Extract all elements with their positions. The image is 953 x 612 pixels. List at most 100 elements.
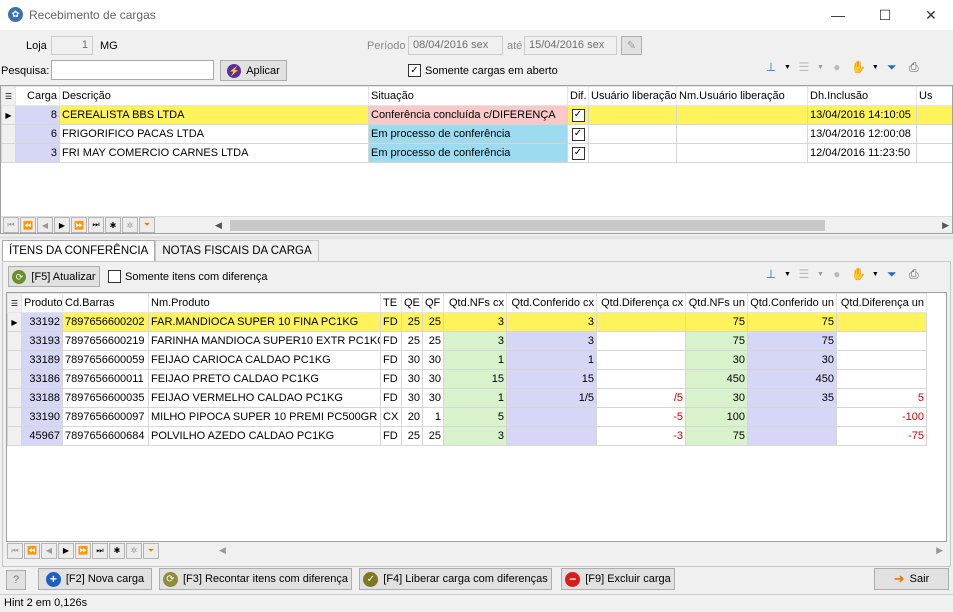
produto-cell[interactable]: 33186 xyxy=(21,369,63,389)
table-row[interactable]: ▶ 33192 7897656600202 FAR.MANDIOCA SUPER 10… xyxy=(7,312,927,332)
nfs-cx-cell[interactable]: 3 xyxy=(443,312,507,332)
nfs-un-cell[interactable]: 75 xyxy=(685,312,748,332)
qe-cell[interactable]: 25 xyxy=(401,331,423,351)
carga-cell[interactable]: 3 xyxy=(15,143,60,163)
qf-cell[interactable]: 25 xyxy=(422,312,444,332)
col-header[interactable]: Qtd.Conferido cx xyxy=(506,293,597,313)
table-row[interactable]: 33186 7897656600011 FEIJAO PRETO CALDAO PC… xyxy=(7,369,927,389)
circle-icon[interactable]: ● xyxy=(828,58,846,76)
next-page-icon[interactable]: ⏩ xyxy=(71,217,87,233)
descricao-cell[interactable]: FRIGORIFICO PACAS LTDA xyxy=(59,124,369,144)
col-header[interactable]: Qtd.Diferença un xyxy=(836,293,927,313)
nfs-un-cell[interactable]: 30 xyxy=(685,350,748,370)
conferido-cx-cell[interactable]: 1/5 xyxy=(506,388,597,408)
barras-cell[interactable]: 7897656600202 xyxy=(62,312,149,332)
somente-diferenca-option[interactable]: Somente itens com diferença xyxy=(108,270,267,283)
horizontal-scrollbar-thumb[interactable] xyxy=(229,219,825,231)
conferido-cx-cell[interactable]: 3 xyxy=(506,331,597,351)
prior-page-icon[interactable]: ⏪ xyxy=(24,542,40,559)
table-row[interactable]: ▶ 8 CEREALISTA BBS LTDA Conferência conc… xyxy=(1,105,952,125)
nfs-cx-cell[interactable]: 3 xyxy=(443,426,507,446)
dropdown-arrow-icon[interactable]: ▼ xyxy=(784,271,791,278)
diferenca-un-cell[interactable]: -75 xyxy=(836,426,927,446)
qf-cell[interactable]: 30 xyxy=(422,388,444,408)
nm-usuario-cell[interactable] xyxy=(676,105,808,125)
diferenca-cx-cell[interactable] xyxy=(596,312,686,332)
dif-checkbox[interactable]: ✓ xyxy=(571,108,585,122)
dropdown-arrow-icon[interactable]: ▼ xyxy=(817,64,824,71)
last-record-icon[interactable]: ⏭ xyxy=(92,542,108,559)
col-header[interactable]: TE xyxy=(380,293,402,313)
filter-icon[interactable]: ⏷ xyxy=(139,217,155,233)
dif-checkbox[interactable]: ✓ xyxy=(571,127,585,141)
insert-record-icon[interactable]: ✱ xyxy=(109,542,125,559)
carga-cell[interactable]: 6 xyxy=(15,124,60,144)
nfs-un-cell[interactable]: 75 xyxy=(685,426,748,446)
col-header[interactable]: Dif. xyxy=(567,86,589,106)
col-header[interactable]: Descrição xyxy=(59,86,369,106)
situacao-cell[interactable]: Em processo de conferência xyxy=(368,143,568,163)
aplicar-button[interactable]: ⚡ Aplicar xyxy=(220,60,287,81)
conferido-cx-cell[interactable]: 15 xyxy=(506,369,597,389)
us-cell[interactable] xyxy=(916,143,952,163)
circle-icon[interactable]: ● xyxy=(828,265,846,283)
col-header[interactable]: Produto xyxy=(21,293,63,313)
filter-icon[interactable]: ⏷ xyxy=(883,265,901,283)
dif-cell[interactable]: ✓ xyxy=(567,143,589,163)
qe-cell[interactable]: 25 xyxy=(401,312,423,332)
prior-record-icon[interactable]: ◀ xyxy=(41,542,57,559)
table-row[interactable]: 6 FRIGORIFICO PACAS LTDA Em processo de … xyxy=(1,124,952,144)
somente-diferenca-checkbox[interactable] xyxy=(108,270,121,283)
produto-cell[interactable]: 33189 xyxy=(21,350,63,370)
nome-cell[interactable]: FARINHA MANDIOCA SUPER10 EXTR PC1KG xyxy=(148,331,381,351)
first-record-icon[interactable]: ⏮ xyxy=(7,542,23,559)
nfs-cx-cell[interactable]: 5 xyxy=(443,407,507,427)
dh-inclusao-cell[interactable]: 13/04/2016 14:10:05 xyxy=(807,105,917,125)
periodo-to-field[interactable]: 15/04/2016 sex xyxy=(524,36,617,55)
col-header[interactable]: Dh.Inclusão xyxy=(807,86,917,106)
hand-icon[interactable]: ✋ xyxy=(850,265,868,283)
te-cell[interactable]: FD xyxy=(380,312,402,332)
table-row[interactable]: 33189 7897656600059 FEIJAO CARIOCA CALDAO … xyxy=(7,350,927,370)
col-header[interactable]: Carga xyxy=(15,86,60,106)
conferido-un-cell[interactable]: 35 xyxy=(747,388,837,408)
barras-cell[interactable]: 7897656600035 xyxy=(62,388,149,408)
loja-field[interactable]: 1 xyxy=(51,36,93,55)
barras-cell[interactable]: 7897656600219 xyxy=(62,331,149,351)
te-cell[interactable]: FD xyxy=(380,331,402,351)
produto-cell[interactable]: 33190 xyxy=(21,407,63,427)
liberar-button[interactable]: ✓ [F4] Liberar carga com diferenças xyxy=(359,568,552,590)
nome-cell[interactable]: FAR.MANDIOCA SUPER 10 FINA PC1KG xyxy=(148,312,381,332)
dif-cell[interactable]: ✓ xyxy=(567,105,589,125)
nome-cell[interactable]: FEIJAO PRETO CALDAO PC1KG xyxy=(148,369,381,389)
dropdown-arrow-icon[interactable]: ▼ xyxy=(817,271,824,278)
dif-cell[interactable]: ✓ xyxy=(567,124,589,144)
hierarchy-icon[interactable]: ⊥ xyxy=(762,265,780,283)
refresh-icon[interactable]: ✲ xyxy=(122,217,138,233)
conferido-cx-cell[interactable]: 1 xyxy=(506,350,597,370)
scroll-right-icon[interactable]: ▶ xyxy=(936,545,943,556)
produto-cell[interactable]: 33188 xyxy=(21,388,63,408)
nm-usuario-cell[interactable] xyxy=(676,143,808,163)
dropdown-arrow-icon[interactable]: ▼ xyxy=(872,64,879,71)
col-header[interactable]: Us xyxy=(916,86,952,106)
diferenca-un-cell[interactable] xyxy=(836,312,927,332)
conferido-cx-cell[interactable]: 3 xyxy=(506,312,597,332)
qe-cell[interactable]: 30 xyxy=(401,369,423,389)
nfs-cx-cell[interactable]: 3 xyxy=(443,331,507,351)
filter-icon[interactable]: ⏷ xyxy=(143,542,159,559)
prior-page-icon[interactable]: ⏪ xyxy=(20,217,36,233)
nfs-un-cell[interactable]: 450 xyxy=(685,369,748,389)
next-page-icon[interactable]: ⏩ xyxy=(75,542,91,559)
qf-cell[interactable]: 30 xyxy=(422,350,444,370)
table-row[interactable]: 33188 7897656600035 FEIJAO VERMELHO CALDAO… xyxy=(7,388,927,408)
table-row[interactable]: 33193 7897656600219 FARINHA MANDIOCA SUPER… xyxy=(7,331,927,351)
col-header[interactable]: Cd.Barras xyxy=(62,293,149,313)
te-cell[interactable]: FD xyxy=(380,369,402,389)
list-icon[interactable]: ☰ xyxy=(795,58,813,76)
us-cell[interactable] xyxy=(916,105,952,125)
close-button[interactable]: ✕ xyxy=(908,0,953,30)
last-record-icon[interactable]: ⏭ xyxy=(88,217,104,233)
somente-abertas-checkbox[interactable]: ✓ xyxy=(408,64,421,77)
nm-usuario-cell[interactable] xyxy=(676,124,808,144)
